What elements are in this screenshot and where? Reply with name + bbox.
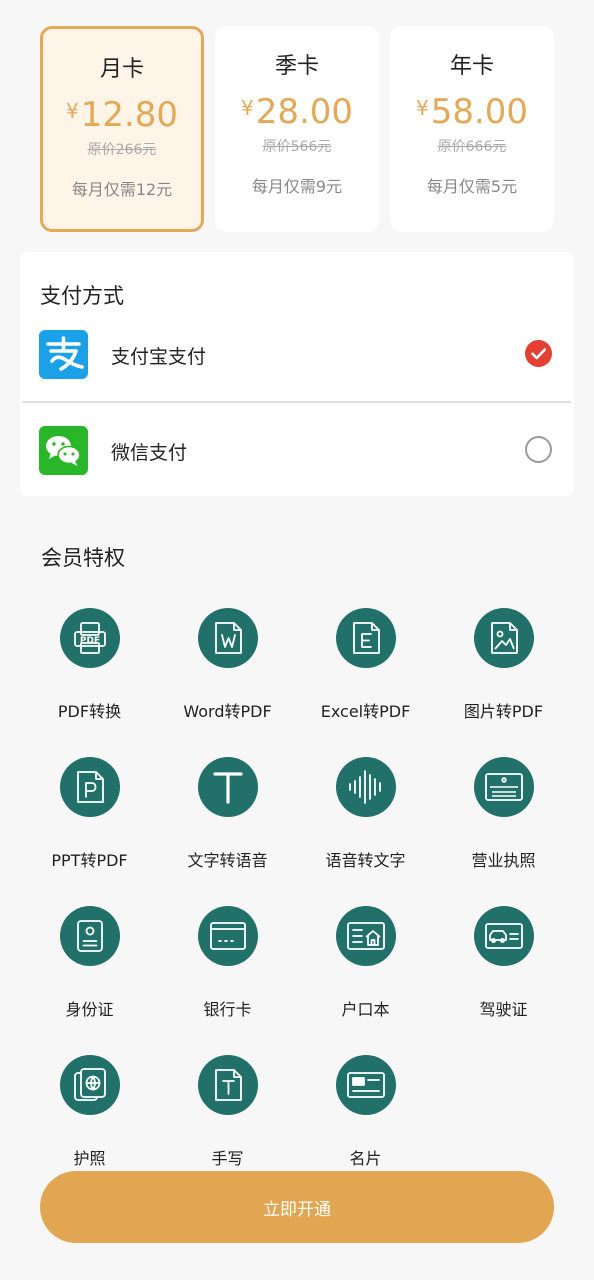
business-card-icon — [336, 1055, 396, 1115]
plan-price: ¥12.80 — [43, 95, 201, 135]
perk-driver-license[interactable]: 驾驶证 — [434, 906, 573, 1046]
plan-price: ¥58.00 — [390, 92, 554, 132]
driver-license-icon — [474, 906, 534, 966]
passport-icon — [60, 1055, 120, 1115]
plan-selector: 月卡 ¥12.80 原价266元 每月仅需12元 季卡 ¥28.00 原价566… — [40, 26, 554, 232]
perk-label: Excel转PDF — [320, 702, 411, 721]
radio-unchecked-icon[interactable] — [525, 436, 552, 463]
perk-excel[interactable]: Excel转PDF — [296, 608, 435, 748]
monthly-price-note: 每月仅需5元 — [426, 177, 518, 196]
perk-label: 名片 — [349, 1149, 382, 1168]
plan-card-yearly[interactable]: 年卡 ¥58.00 原价666元 每月仅需5元 — [390, 26, 554, 232]
perk-label: 银行卡 — [203, 1000, 252, 1019]
wechat-icon — [39, 426, 88, 475]
plan-card-monthly[interactable]: 月卡 ¥12.80 原价266元 每月仅需12元 — [40, 26, 204, 232]
perk-word[interactable]: Word转PDF — [158, 608, 297, 748]
perk-label: 驾驶证 — [479, 1000, 528, 1019]
ppt-icon — [60, 757, 120, 817]
perk-image[interactable]: 图片转PDF — [434, 608, 573, 748]
svg-text:PDF: PDF — [80, 636, 100, 646]
payment-option-label: 支付宝支付 — [111, 346, 207, 368]
plan-name: 季卡 — [274, 54, 319, 79]
id-card-icon — [60, 906, 120, 966]
perk-id-card[interactable]: 身份证 — [20, 906, 159, 1046]
perk-label: 手写 — [211, 1149, 244, 1168]
payment-method-card: 支付方式 支付宝支付 微信支付 — [20, 252, 574, 496]
business-license-icon — [474, 757, 534, 817]
household-register-icon — [336, 906, 396, 966]
handwriting-icon — [198, 1055, 258, 1115]
perk-label: 图片转PDF — [463, 702, 544, 721]
perk-label: 护照 — [73, 1149, 106, 1168]
currency-symbol: ¥ — [415, 96, 429, 120]
payment-option-wechat[interactable]: 微信支付 — [20, 402, 574, 496]
perk-household-register[interactable]: 户口本 — [296, 906, 435, 1046]
price-value: 58.00 — [430, 92, 529, 132]
perk-label: PPT转PDF — [51, 851, 128, 870]
excel-icon — [336, 608, 396, 668]
alipay-icon — [39, 330, 88, 379]
perk-label: Word转PDF — [183, 702, 272, 721]
perk-business-license[interactable]: 营业执照 — [434, 757, 573, 897]
perk-speech-to-text[interactable]: 语音转文字 — [296, 757, 435, 897]
payment-option-alipay[interactable]: 支付宝支付 — [20, 306, 574, 400]
price-value: 12.80 — [80, 95, 179, 135]
pdf-convert-icon: PDF — [60, 608, 120, 668]
perk-label: 文字转语音 — [187, 851, 268, 870]
radio-checked-icon[interactable] — [525, 340, 552, 367]
currency-symbol: ¥ — [240, 96, 254, 120]
original-price: 原价566元 — [262, 139, 332, 155]
perks-title: 会员特权 — [41, 546, 125, 570]
perk-text-to-speech[interactable]: 文字转语音 — [158, 757, 297, 897]
word-icon — [198, 608, 258, 668]
text-to-speech-icon — [198, 757, 258, 817]
perk-bank-card[interactable]: 银行卡 — [158, 906, 297, 1046]
currency-symbol: ¥ — [65, 99, 79, 123]
perk-label: 营业执照 — [471, 851, 536, 870]
plan-price: ¥28.00 — [215, 92, 379, 132]
monthly-price-note: 每月仅需12元 — [71, 180, 173, 199]
plan-name: 月卡 — [99, 57, 144, 82]
perk-label: 身份证 — [65, 1000, 114, 1019]
payment-option-label: 微信支付 — [111, 442, 188, 464]
speech-to-text-icon — [336, 757, 396, 817]
perk-label: PDF转换 — [57, 702, 122, 721]
perk-label: 户口本 — [341, 1000, 390, 1019]
activate-now-button[interactable]: 立即开通 — [40, 1171, 554, 1243]
perk-pdf-convert[interactable]: PDF PDF转换 — [20, 608, 159, 748]
bank-card-icon — [198, 906, 258, 966]
original-price: 原价666元 — [437, 139, 507, 155]
plan-card-quarterly[interactable]: 季卡 ¥28.00 原价566元 每月仅需9元 — [215, 26, 379, 232]
price-value: 28.00 — [255, 92, 354, 132]
image-icon — [474, 608, 534, 668]
plan-name: 年卡 — [449, 54, 494, 79]
perk-ppt[interactable]: PPT转PDF — [20, 757, 159, 897]
original-price: 原价266元 — [87, 142, 157, 158]
perk-label: 语音转文字 — [325, 851, 406, 870]
monthly-price-note: 每月仅需9元 — [251, 177, 343, 196]
